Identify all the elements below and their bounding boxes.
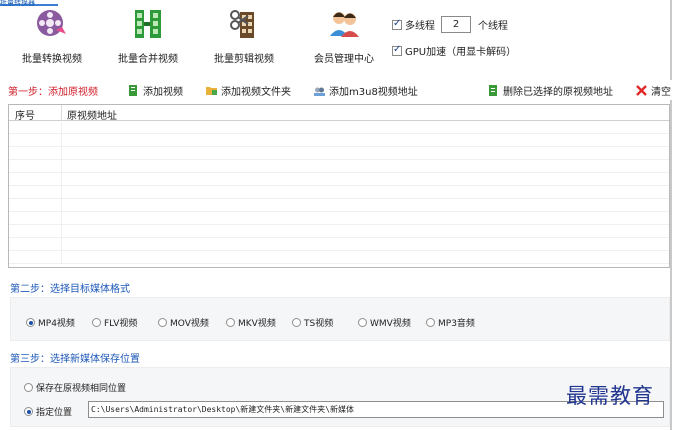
format-flv-label: FLV视频	[104, 319, 138, 329]
watermark: 最需教育	[566, 384, 654, 408]
table-row[interactable]	[9, 134, 669, 147]
table-body	[9, 121, 669, 264]
column-header-index: 序号	[15, 111, 35, 122]
format-mp3-radio[interactable]: MP3音频	[426, 316, 475, 329]
radio-dot	[226, 318, 235, 327]
add-video-button[interactable]: 添加视频	[128, 80, 183, 100]
add-m3u8-button[interactable]: 添加m3u8视频地址	[314, 80, 418, 100]
radio-dot	[24, 407, 33, 416]
clear-label: 清空	[651, 86, 671, 98]
add-m3u8-label: 添加m3u8视频地址	[329, 86, 418, 98]
add-video-label: 添加视频	[143, 86, 183, 98]
table-row[interactable]	[9, 212, 669, 225]
users-icon	[330, 12, 359, 37]
table-row[interactable]	[9, 225, 669, 238]
save-custom-location-radio[interactable]: 指定位置	[24, 405, 72, 418]
clear-button[interactable]: 清空	[636, 80, 671, 100]
window-right-border	[670, 0, 672, 430]
member-center-label: 会员管理中心	[314, 54, 374, 65]
multithread-option: 多线程 2 个线程	[392, 16, 508, 33]
delete-file-icon	[489, 84, 497, 96]
radio-dot	[292, 318, 301, 327]
save-same-location-radio[interactable]: 保存在原视频相同位置	[24, 381, 126, 394]
batch-edit-label: 批量剪辑视频	[214, 54, 274, 65]
multithread-checkbox[interactable]	[392, 18, 402, 30]
delete-selected-button[interactable]: 删除已选择的原视频地址	[488, 80, 613, 100]
scissors-film-icon	[230, 10, 254, 38]
radio-dot	[24, 383, 33, 392]
format-mov-radio[interactable]: MOV视频	[158, 316, 209, 329]
thread-count-input[interactable]: 2	[441, 16, 471, 33]
step3-title: 第三步：选择新媒体保存位置	[10, 354, 140, 365]
close-icon	[636, 84, 647, 96]
gpu-label: GPU加速（用显卡解码）	[405, 47, 517, 58]
film-reel-icon	[37, 10, 66, 36]
multithread-label: 多线程	[405, 21, 435, 32]
delete-selected-label: 删除已选择的原视频地址	[503, 86, 613, 98]
table-row[interactable]	[9, 238, 669, 251]
batch-convert-button[interactable]: 批量转换视频	[4, 6, 100, 76]
format-flv-radio[interactable]: FLV视频	[92, 316, 137, 329]
add-folder-button[interactable]: 添加视频文件夹	[206, 80, 291, 100]
format-wmv-radio[interactable]: WMV视频	[358, 316, 411, 329]
batch-convert-label: 批量转换视频	[22, 54, 82, 65]
add-folder-label: 添加视频文件夹	[221, 86, 291, 98]
gpu-option: GPU加速（用显卡解码）	[392, 43, 516, 58]
table-row[interactable]	[9, 186, 669, 199]
column-header-url: 原视频地址	[67, 111, 117, 122]
format-mp3-label: MP3音频	[438, 319, 475, 329]
folder-icon	[206, 86, 217, 95]
format-wmv-label: WMV视频	[370, 319, 411, 329]
format-mp4-label: MP4视频	[38, 319, 75, 329]
save-same-location-label: 保存在原视频相同位置	[36, 384, 127, 394]
step1-title: 第一步：添加原视频	[8, 86, 98, 98]
batch-edit-button[interactable]: 批量剪辑视频	[196, 6, 292, 76]
format-mp4-radio[interactable]: MP4视频	[26, 316, 75, 329]
step1-bar: 第一步：添加原视频 添加视频 添加视频文件夹 添加m3u8视频地址 删除已选择的…	[0, 80, 672, 100]
table-row[interactable]	[9, 173, 669, 186]
toolbar: 批量转换视频 批量合并视频 批量剪辑视频 会员管理中心 ✓ 多线程 2 个线程 …	[0, 6, 670, 76]
table-header: 序号 原视频地址	[9, 105, 669, 122]
thread-suffix-label: 个线程	[478, 21, 508, 32]
source-video-table[interactable]: 序号 原视频地址	[8, 104, 670, 268]
add-file-icon	[129, 84, 137, 96]
member-center-button[interactable]: 会员管理中心	[296, 6, 392, 76]
format-ts-label: TS视频	[304, 319, 334, 329]
table-row[interactable]	[9, 160, 669, 173]
column-separator	[61, 105, 62, 121]
save-custom-location-label: 指定位置	[36, 408, 73, 418]
batch-merge-button[interactable]: 批量合并视频	[100, 6, 196, 76]
radio-dot	[158, 318, 167, 327]
table-row[interactable]	[9, 251, 669, 264]
table-row[interactable]	[9, 147, 669, 160]
link-icon	[314, 87, 325, 96]
radio-dot	[26, 318, 35, 327]
table-row[interactable]	[9, 199, 669, 212]
radio-dot	[358, 318, 367, 327]
format-mov-label: MOV视频	[170, 319, 209, 329]
batch-merge-label: 批量合并视频	[118, 54, 178, 65]
format-mkv-radio[interactable]: MKV视频	[226, 316, 276, 329]
step2-title: 第二步：选择目标媒体格式	[10, 284, 130, 295]
radio-dot	[92, 318, 101, 327]
format-mkv-label: MKV视频	[238, 319, 276, 329]
radio-dot	[426, 318, 435, 327]
gpu-checkbox[interactable]	[392, 44, 402, 56]
format-ts-radio[interactable]: TS视频	[292, 316, 333, 329]
film-strip-icon	[135, 10, 161, 38]
table-row[interactable]	[9, 121, 669, 134]
